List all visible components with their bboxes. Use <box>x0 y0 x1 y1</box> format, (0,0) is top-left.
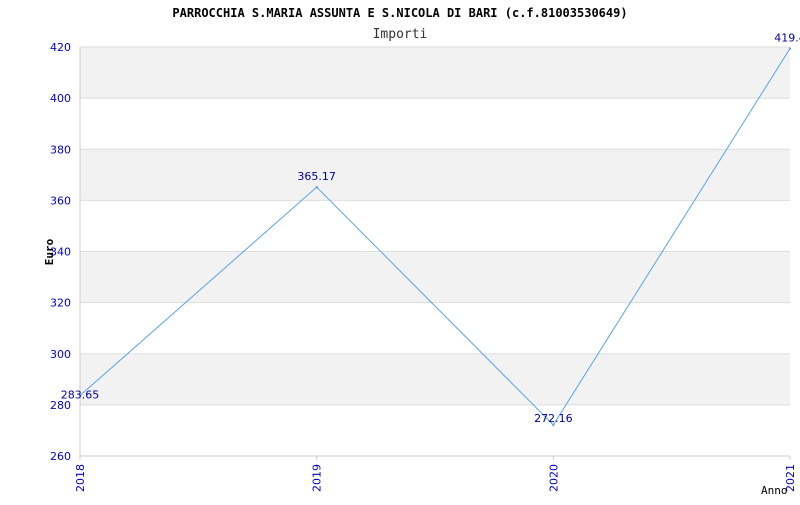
grid-bands <box>80 47 790 405</box>
data-label: 283.65 <box>61 389 100 402</box>
data-label: 272.16 <box>534 412 573 425</box>
line-chart: 260280300320340360380400420 2018 2019 2020… <box>43 6 800 497</box>
x-tick-label: 2020 <box>547 464 560 492</box>
y-tick-label: 260 <box>50 450 71 463</box>
y-tick-label: 420 <box>50 41 71 54</box>
data-label: 365.17 <box>297 170 336 183</box>
grid-band <box>80 353 790 405</box>
grid-band <box>80 251 790 303</box>
y-tick-label: 380 <box>50 143 71 156</box>
x-tick-label: 2019 <box>311 464 324 492</box>
chart-subtitle: Importi <box>373 27 428 42</box>
chart-container: 260 280 300 320 340 360 380 400 420 2018 2019 2020… <box>0 0 800 500</box>
chart-title: PARROCCHIA S.MARIA ASSUNTA E S.NICOLA DI… <box>172 6 627 20</box>
x-tick-labels: 2018 2019 2020 2021 <box>74 464 797 492</box>
y-tick-label: 320 <box>50 297 71 310</box>
x-tick-label: 2018 <box>74 464 87 492</box>
y-tick-label: 360 <box>50 194 71 207</box>
y-tick-label: 400 <box>50 92 71 105</box>
grid-band <box>80 47 790 99</box>
y-axis-label: Euro <box>43 238 56 265</box>
y-tick-label: 300 <box>50 348 71 361</box>
x-axis-label: Anno <box>761 484 788 497</box>
grid-band <box>80 149 790 201</box>
data-point <box>788 47 792 50</box>
data-label: 419.4 <box>774 32 800 45</box>
data-point <box>315 185 318 189</box>
